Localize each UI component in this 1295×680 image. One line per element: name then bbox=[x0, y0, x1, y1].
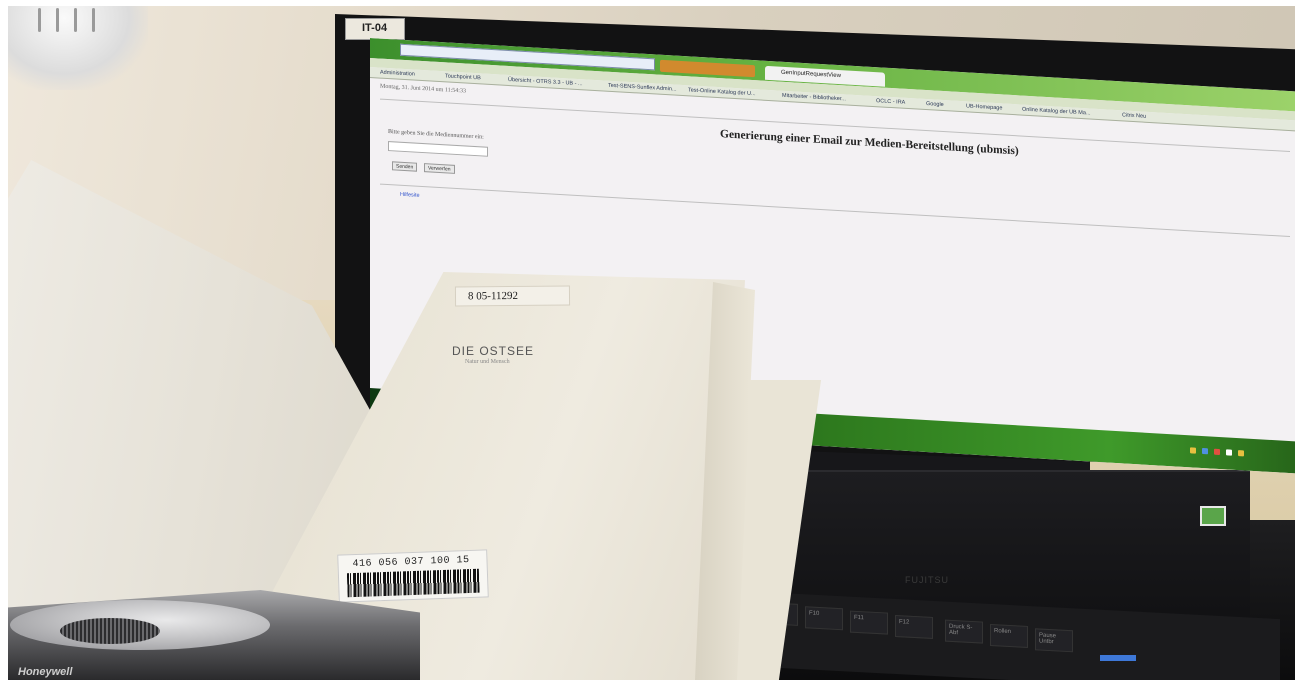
key: F10 bbox=[805, 606, 843, 631]
favorite-link[interactable]: Online Katalog der UB Ma... bbox=[1022, 107, 1090, 118]
favorite-link[interactable]: Mitarbeiter - Bibliotheker... bbox=[782, 93, 846, 104]
radiator-fin bbox=[74, 8, 77, 32]
key: Pause Untbr bbox=[1035, 628, 1073, 653]
reset-button[interactable]: Verwerfen bbox=[424, 163, 455, 174]
radiator-fin bbox=[38, 8, 41, 32]
key: Rollen bbox=[990, 623, 1028, 648]
book-title: DIE OSTSEE bbox=[452, 344, 535, 358]
favorite-link[interactable]: Test-SENS-Sunflex Admin... bbox=[608, 83, 676, 94]
media-number-label: Bitte geben Sie die Mediennummer ein: bbox=[388, 129, 484, 141]
divider bbox=[380, 183, 1290, 238]
tray-icon[interactable] bbox=[1202, 447, 1208, 455]
scanner-grille bbox=[60, 618, 160, 644]
monitor-label: IT-04 bbox=[345, 18, 405, 40]
photo-border bbox=[0, 0, 8, 680]
photo-scene: FUJITSU F9 F10 F11 F12 Druck S-Abf Rolle… bbox=[0, 0, 1295, 680]
call-number-label: 8 05-11292 bbox=[454, 285, 571, 307]
media-number-input[interactable] bbox=[388, 141, 488, 157]
favorite-link[interactable]: Touchpoint UB bbox=[445, 73, 481, 82]
favorite-link[interactable]: UB-Homepage bbox=[966, 103, 1002, 112]
tray-icon[interactable] bbox=[1238, 450, 1244, 457]
photo-border bbox=[0, 0, 1295, 6]
radiator-fin bbox=[56, 8, 59, 32]
favorite-link[interactable]: Administration bbox=[380, 70, 415, 79]
key: F11 bbox=[850, 610, 888, 635]
keyboard-backlight bbox=[1100, 655, 1136, 661]
tab-title: GenInputRequestView bbox=[781, 69, 841, 80]
radiator bbox=[8, 0, 148, 90]
tray-icon[interactable] bbox=[1226, 449, 1232, 456]
barcode-icon bbox=[346, 568, 480, 598]
send-button[interactable]: Senden bbox=[392, 161, 418, 172]
favorite-link[interactable]: Übersicht - OTRS 3.3 - UB - ... bbox=[508, 77, 583, 88]
favorite-link[interactable]: Google bbox=[926, 101, 944, 109]
favorite-link[interactable]: Test-Online Katalog der U... bbox=[688, 87, 756, 98]
pc-sticker bbox=[1200, 506, 1226, 526]
help-link[interactable]: Hilfesite bbox=[400, 192, 420, 199]
tray-icon[interactable] bbox=[1190, 447, 1196, 454]
key: F12 bbox=[895, 614, 933, 639]
favorite-link[interactable]: Citrix Neu bbox=[1122, 112, 1146, 120]
page-date: Montag, 31. Juni 2014 um 11:54:33 bbox=[380, 83, 466, 95]
key: Druck S-Abf bbox=[945, 619, 983, 644]
book-subtitle: Natur und Mensch bbox=[465, 359, 510, 365]
tray-icon[interactable] bbox=[1214, 448, 1220, 456]
pc-brand: FUJITSU bbox=[905, 575, 949, 585]
barcode-number: 416 056 037 100 15 bbox=[352, 555, 470, 571]
favorite-link[interactable]: OCLC - IRA bbox=[876, 98, 905, 107]
barcode-label: 416 056 037 100 15 bbox=[337, 549, 489, 603]
scanner-brand: Honeywell bbox=[18, 666, 73, 678]
radiator-fin bbox=[92, 8, 95, 32]
